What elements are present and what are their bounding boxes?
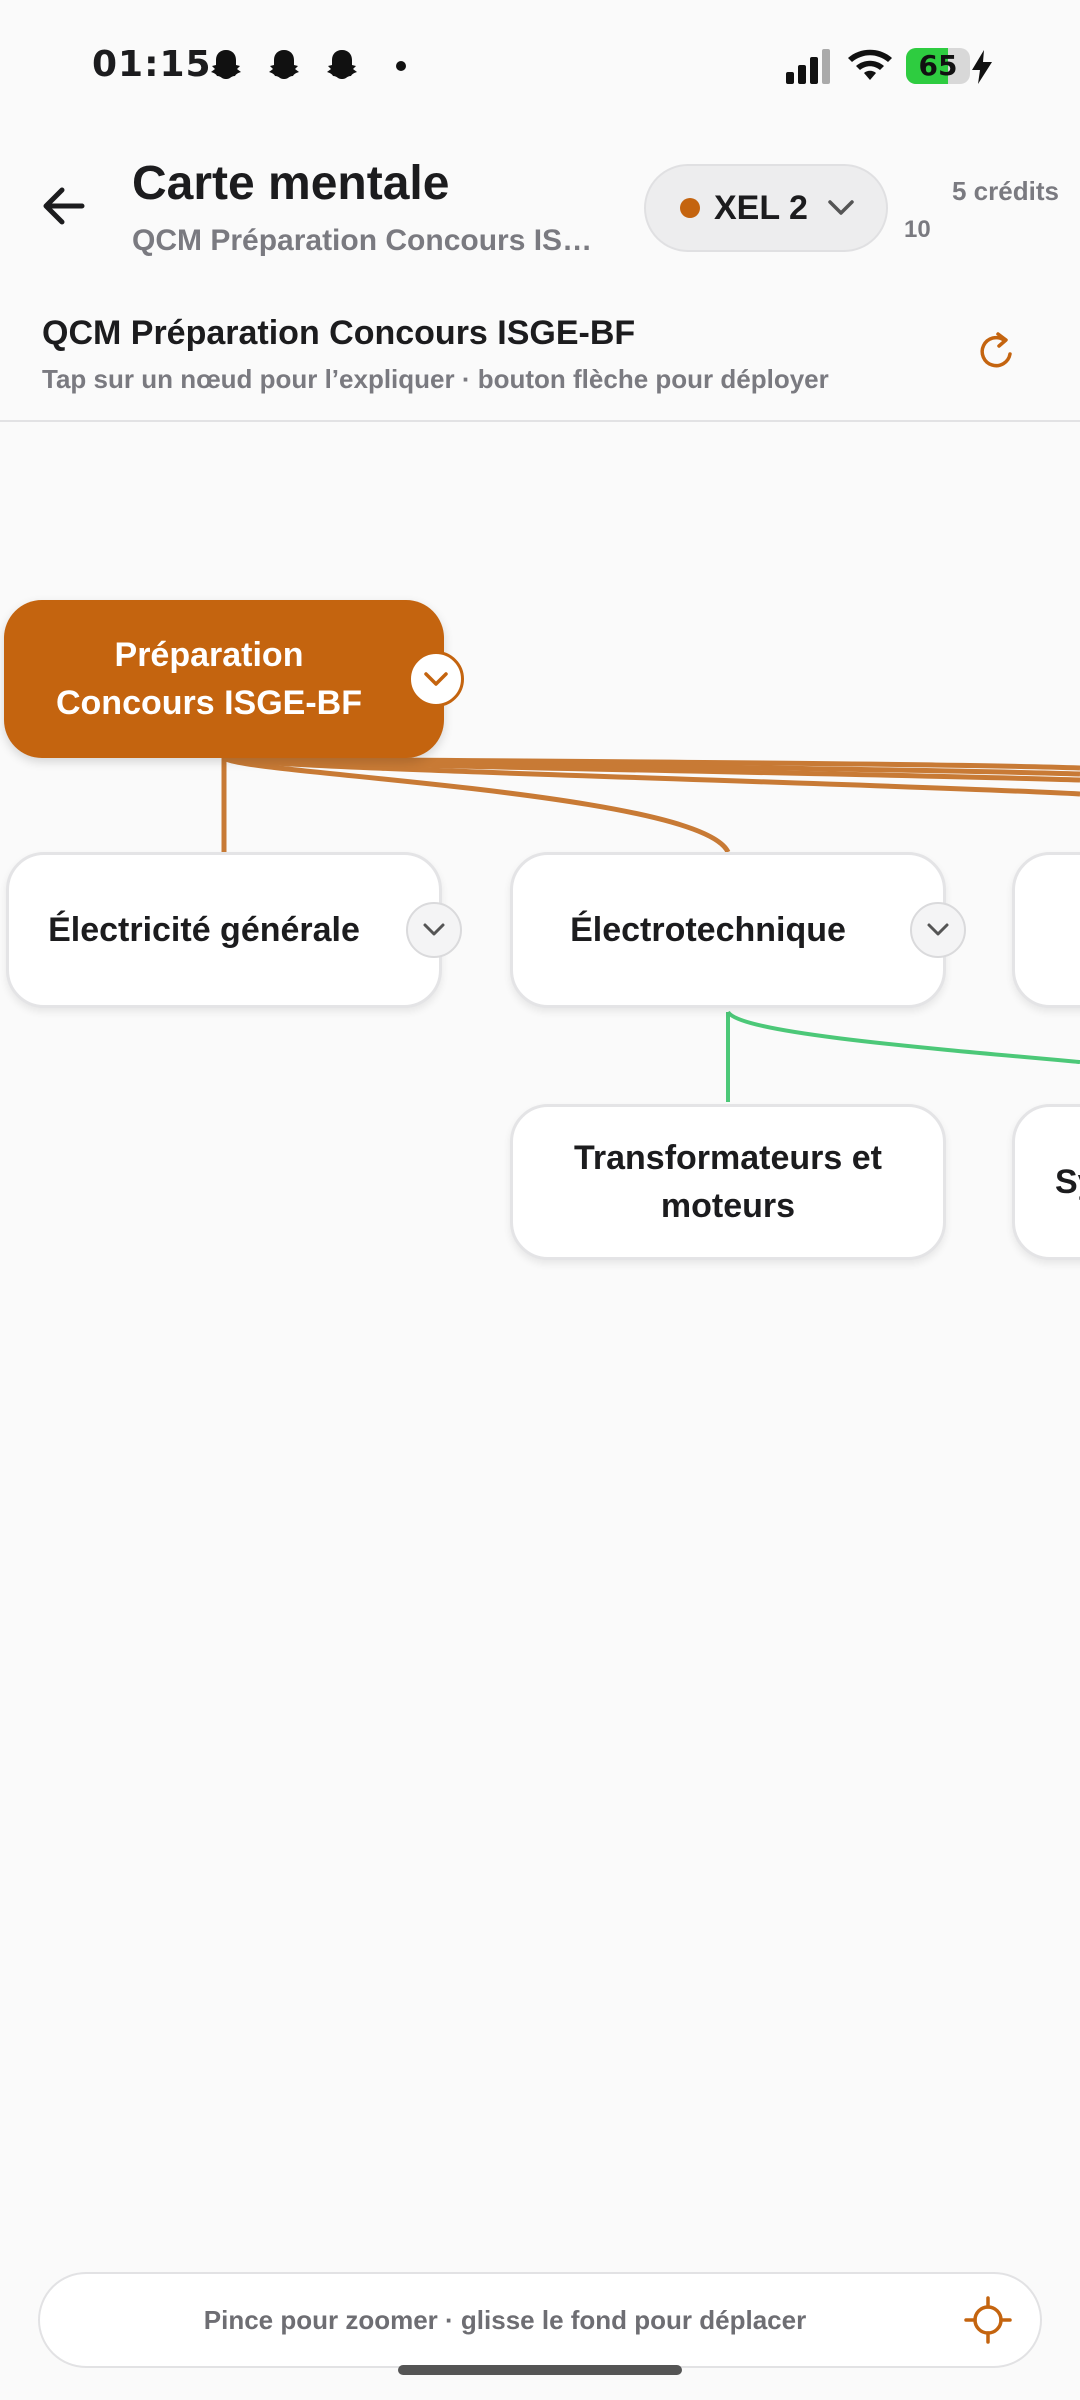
model-status-dot bbox=[680, 198, 700, 218]
battery-level: 65 bbox=[918, 49, 958, 82]
gesture-hint-bar: Pince pour zoomer · glisse le fond pour … bbox=[38, 2272, 1042, 2368]
gesture-hint-text: Pince pour zoomer · glisse le fond pour … bbox=[203, 2305, 807, 2335]
credits-label: 5 crédits bbox=[952, 176, 1059, 206]
back-button[interactable] bbox=[34, 176, 94, 236]
page-subtitle: QCM Préparation Concours ISGE-BF bbox=[132, 224, 612, 257]
node-expand-button[interactable] bbox=[406, 902, 462, 958]
node-label: Électricité générale bbox=[48, 911, 360, 949]
more-notifications-dot bbox=[396, 61, 406, 71]
mindmap-canvas[interactable]: Préparation Concours ISGE-BF Électricité… bbox=[0, 422, 1080, 2262]
edge-electrotechnique-sy bbox=[726, 1010, 1080, 1064]
mindmap-node-electricite-generale[interactable]: Électricité générale bbox=[6, 852, 442, 1008]
refresh-icon bbox=[980, 332, 1012, 368]
snapchat-ghost-icon bbox=[211, 50, 241, 79]
snapchat-ghost-icon bbox=[327, 50, 357, 79]
root-expand-button[interactable] bbox=[408, 651, 464, 707]
chevron-down-icon bbox=[423, 923, 445, 936]
arrow-left-icon bbox=[43, 187, 85, 225]
mindmap-root-node[interactable]: Préparation Concours ISGE-BF bbox=[4, 600, 444, 758]
chevron-down-icon bbox=[828, 200, 854, 215]
wifi-icon bbox=[848, 49, 892, 80]
mindmap-node-sy[interactable]: Sy bbox=[1012, 1104, 1080, 1260]
charging-bolt-icon bbox=[972, 50, 992, 84]
document-title: QCM Préparation Concours ISGE-BF bbox=[42, 314, 636, 352]
credits-count: 10 bbox=[904, 216, 931, 243]
cellular-signal-icon bbox=[786, 49, 830, 84]
node-label: Transformateurs et moteurs bbox=[574, 1139, 882, 1225]
status-time: 01:15 bbox=[92, 44, 212, 85]
page-title: Carte mentale bbox=[132, 157, 450, 210]
home-indicator[interactable] bbox=[398, 2365, 682, 2375]
root-node-label: Préparation Concours ISGE-BF bbox=[55, 636, 363, 722]
usage-hint: Tap sur un nœud pour l’expliquer · bouto… bbox=[42, 364, 829, 394]
battery-icon: 65 bbox=[906, 48, 970, 84]
mindmap-node-electrotechnique[interactable]: Électrotechnique bbox=[510, 852, 946, 1008]
model-selector[interactable]: XEL 2 bbox=[644, 164, 888, 252]
chevron-down-icon bbox=[424, 672, 448, 686]
mindmap-node-offscreen[interactable] bbox=[1012, 852, 1080, 1008]
snapchat-ghost-icon bbox=[269, 50, 299, 79]
chevron-down-icon bbox=[927, 923, 949, 936]
status-bar: 01:15 65 bbox=[0, 0, 1080, 130]
model-label: XEL 2 bbox=[714, 188, 808, 227]
node-label: Électrotechnique bbox=[570, 911, 846, 949]
recenter-button[interactable] bbox=[962, 2294, 1014, 2346]
refresh-button[interactable] bbox=[970, 326, 1022, 378]
crosshair-icon bbox=[964, 2296, 1012, 2344]
node-label: Sy bbox=[1055, 1163, 1080, 1201]
node-expand-button[interactable] bbox=[910, 902, 966, 958]
mindmap-node-transformateurs-moteurs[interactable]: Transformateurs et moteurs bbox=[510, 1104, 946, 1260]
